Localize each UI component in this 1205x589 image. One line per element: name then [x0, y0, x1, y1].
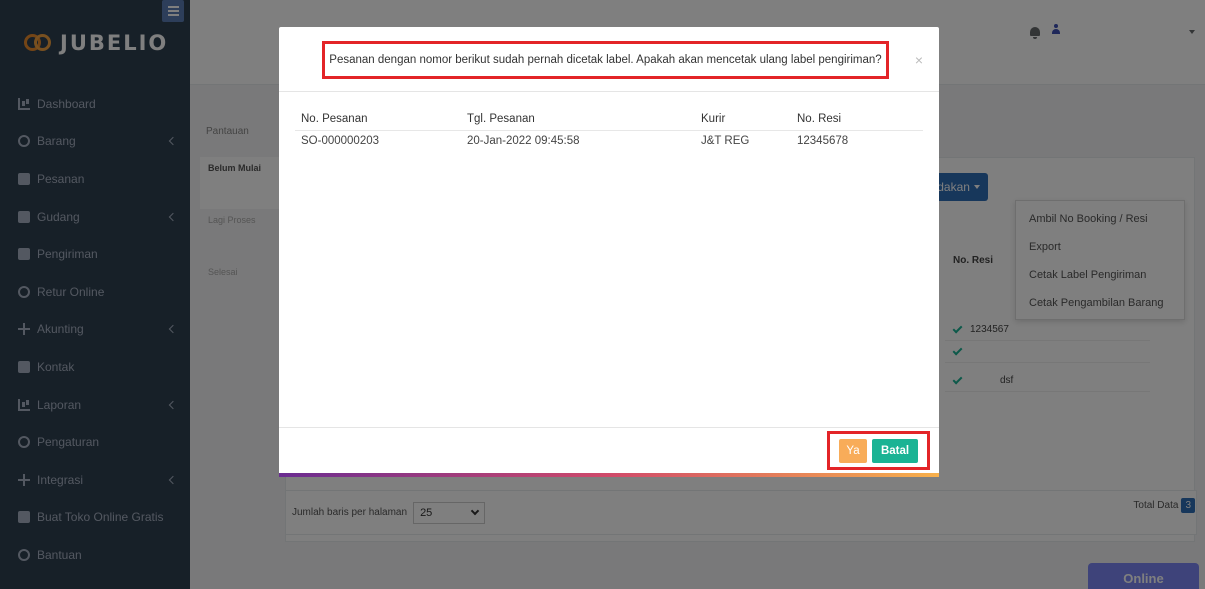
column-header-no-pesanan: No. Pesanan [295, 108, 461, 131]
modal-body: No. Pesanan Tgl. Pesanan Kurir No. Resi … [279, 92, 939, 427]
cell-no-resi: 12345678 [797, 135, 849, 148]
cell-no-pesanan: SO-000000203 [301, 135, 380, 148]
table-header-row: No. Pesanan Tgl. Pesanan Kurir No. Resi [295, 108, 923, 131]
action-buttons-highlight: Ya Batal [827, 431, 930, 470]
modal-footer: Ya Batal [279, 427, 939, 470]
yes-button[interactable]: Ya [839, 438, 867, 463]
cancel-button[interactable]: Batal [872, 438, 918, 463]
column-header-kurir: Kurir [695, 108, 791, 131]
confirmation-message: Pesanan dengan nomor berikut sudah perna… [329, 54, 882, 66]
table-row: SO-000000203 20-Jan-2022 09:45:58 J&T RE… [295, 130, 923, 152]
column-header-no-resi: No. Resi [791, 108, 923, 131]
confirmation-message-highlight: Pesanan dengan nomor berikut sudah perna… [322, 41, 889, 79]
orders-table: No. Pesanan Tgl. Pesanan Kurir No. Resi … [295, 108, 923, 152]
modal-gradient-border [279, 473, 939, 477]
column-header-tgl-pesanan: Tgl. Pesanan [461, 108, 695, 131]
cell-kurir: J&T REG [701, 135, 750, 148]
modal-header: Pesanan dengan nomor berikut sudah perna… [279, 27, 939, 92]
cell-tgl-pesanan: 20-Jan-2022 09:45:58 [467, 135, 580, 148]
close-icon[interactable]: × [915, 53, 923, 67]
reprint-label-modal: Pesanan dengan nomor berikut sudah perna… [279, 27, 939, 477]
